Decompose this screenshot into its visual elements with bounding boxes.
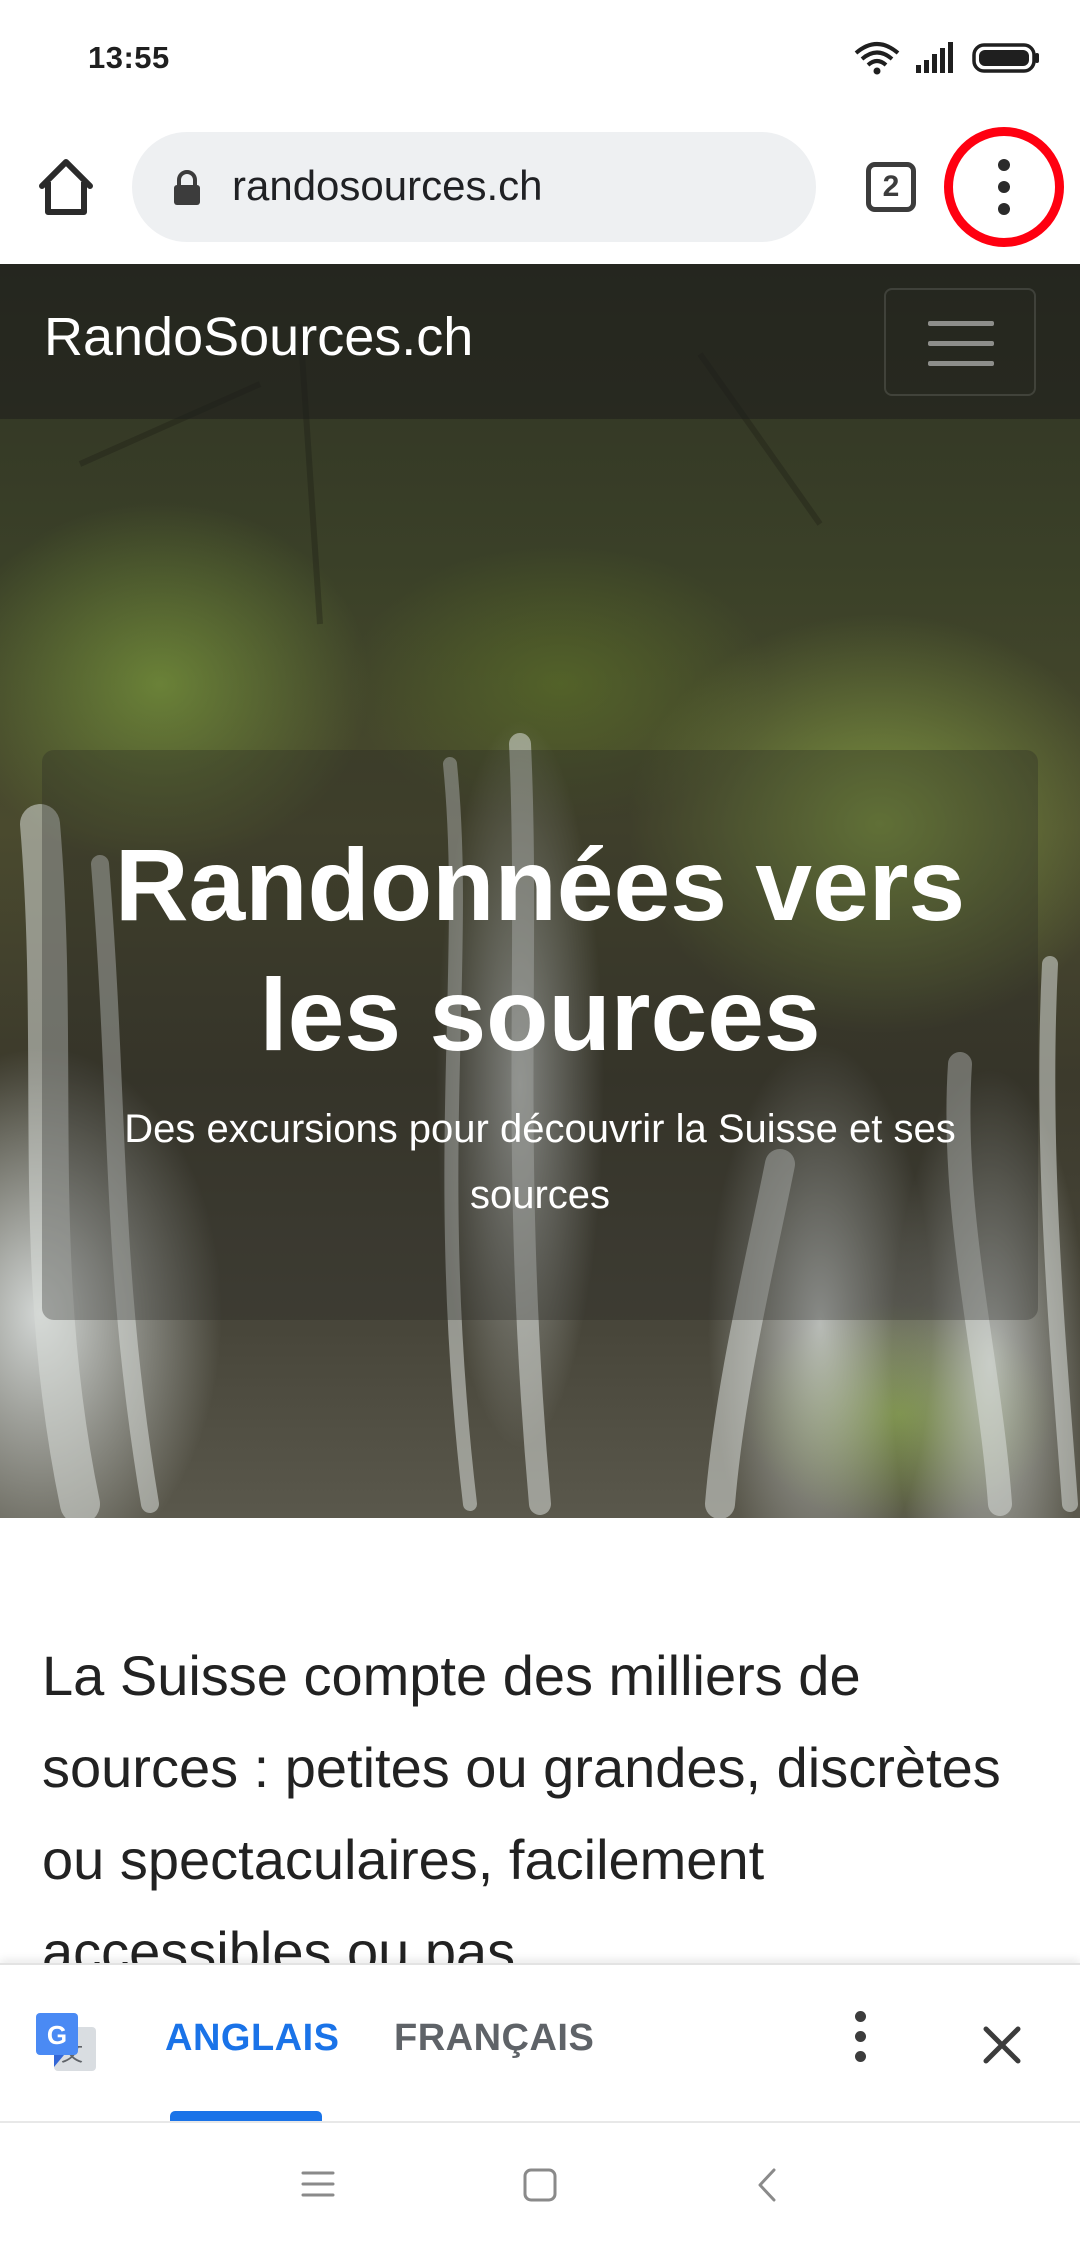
hero-caption: Randonnées vers les sources Des excursio… (42, 750, 1038, 1320)
hero-subtitle: Des excursions pour découvrir la Suisse … (124, 1107, 956, 1217)
status-time: 13:55 (88, 40, 170, 75)
status-icons (854, 38, 1042, 78)
recents-icon[interactable] (300, 2167, 336, 2201)
translate-more-icon[interactable] (848, 2011, 872, 2071)
tab-switcher-button[interactable]: 2 (866, 162, 916, 212)
tab-english[interactable]: ANGLAIS (165, 2017, 340, 2060)
system-navigation-bar (0, 2121, 1080, 2250)
battery-icon (972, 43, 1039, 73)
lock-icon (174, 170, 200, 205)
back-icon[interactable] (752, 2167, 782, 2203)
translate-bar: 文 G ANGLAIS FRANÇAIS (0, 1963, 1080, 2121)
status-bar: 13:55 (0, 0, 1080, 116)
svg-text:G: G (47, 2020, 67, 2050)
wifi-icon (854, 42, 900, 75)
home-icon[interactable] (36, 156, 96, 220)
site-navbar: RandoSources.ch (0, 264, 1080, 419)
address-bar[interactable]: randosources.ch (132, 132, 816, 242)
intro-paragraph: La Suisse compte des milliers de sources… (42, 1644, 1001, 1983)
google-translate-icon[interactable]: 文 G (34, 2011, 98, 2075)
selected-tab-indicator (170, 2111, 322, 2121)
signal-icon (916, 42, 953, 73)
more-vert-icon (998, 159, 1010, 225)
browser-toolbar: randosources.ch 2 (0, 116, 1080, 264)
site-brand[interactable]: RandoSources.ch (44, 306, 473, 368)
close-icon[interactable] (980, 2023, 1024, 2067)
url-text[interactable]: randosources.ch (232, 162, 543, 210)
hero-title-line: les sources (259, 958, 821, 1072)
hero-title-line: Randonnées vers (114, 828, 966, 942)
browser-menu-button[interactable] (944, 127, 1064, 247)
hero-section: RandoSources.ch Randonnées vers les sour… (0, 264, 1080, 1518)
tab-french[interactable]: FRANÇAIS (394, 2017, 594, 2060)
hero-title: Randonnées vers les sources (42, 820, 1038, 1080)
hamburger-menu-button[interactable] (884, 288, 1036, 396)
home-square-icon[interactable] (522, 2167, 558, 2203)
